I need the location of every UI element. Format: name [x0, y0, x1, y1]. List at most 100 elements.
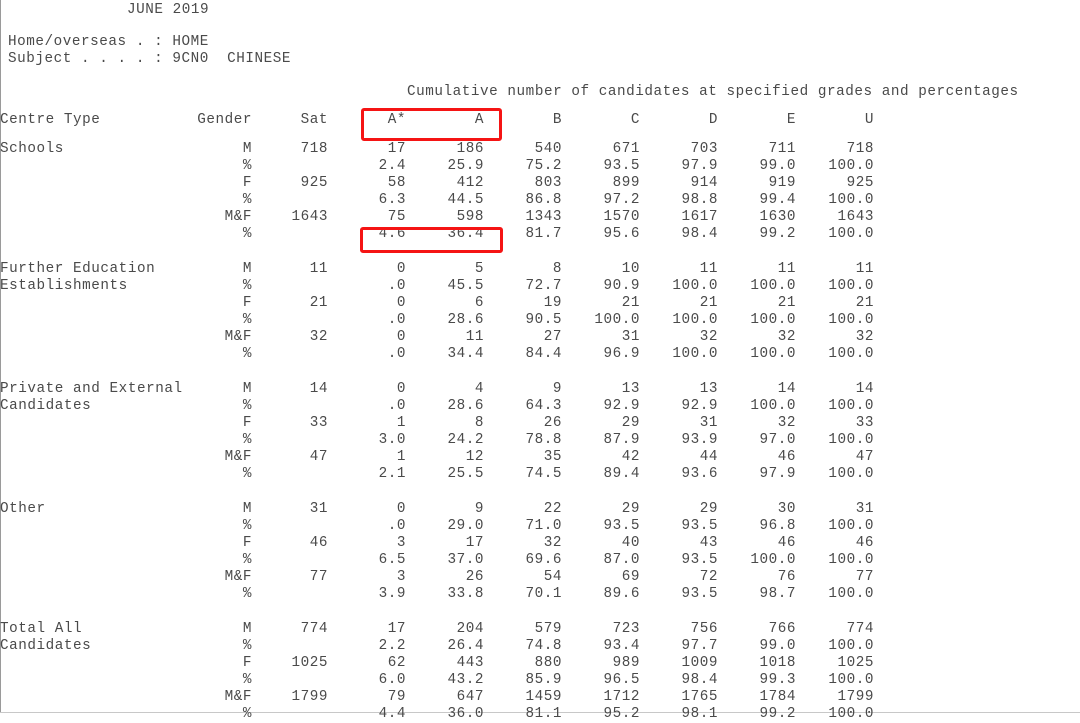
grade-cell-c: 29: [621, 501, 640, 517]
grade-cell-a: 5: [474, 261, 484, 277]
grade-cell-b: 84.4: [525, 346, 562, 362]
sat-cell: 774: [300, 621, 328, 637]
grade-cell-d: 97.9: [681, 158, 718, 174]
grade-cell-u: 100.0: [828, 518, 874, 534]
gender-cell: %: [242, 278, 252, 294]
centre-type-label: Establishments: [0, 278, 128, 294]
grade-cell-c: 87.0: [603, 552, 640, 568]
grade-cell-a: 17: [465, 535, 484, 551]
grade-cell-d: 72: [699, 569, 718, 585]
col-header-grade-a: A: [474, 112, 484, 128]
grade-cell-astar: 0: [396, 261, 406, 277]
grade-cell-a: 43.2: [447, 672, 484, 688]
sat-cell: 31: [309, 501, 328, 517]
grade-cell-u: 100.0: [828, 586, 874, 602]
grade-cell-d: 703: [690, 141, 718, 157]
table-row: % .0 28.6 90.5 100.0 100.0 100.0 100.0: [0, 312, 874, 329]
grade-cell-astar: .0: [387, 398, 406, 414]
grade-cell-e: 99.0: [759, 638, 796, 654]
gender-cell: %: [242, 312, 252, 328]
grade-cell-b: 32: [543, 535, 562, 551]
centre-type-blank: [0, 449, 196, 466]
grade-cell-b: 22: [543, 501, 562, 517]
grade-cell-d: 756: [690, 621, 718, 637]
grade-cell-astar: .0: [387, 312, 406, 328]
grade-cell-astar: 3: [396, 535, 406, 551]
group-spacer-cell: [0, 363, 874, 381]
centre-type-label: [0, 158, 196, 175]
grade-cell-u: 33: [855, 415, 874, 431]
grade-cell-astar: 1: [396, 449, 406, 465]
grade-cell-d: 44: [699, 449, 718, 465]
grade-cell-u: 100.0: [828, 466, 874, 482]
centre-type-label: Further Education: [0, 261, 156, 277]
table-row: Candidates% .0 28.6 64.3 92.9 92.9 100.0 100.0: [0, 398, 874, 415]
grade-cell-b: 8: [552, 261, 562, 277]
grade-cell-b: 71.0: [525, 518, 562, 534]
centre-type-blank: [0, 655, 196, 672]
grade-cell-c: 989: [612, 655, 640, 671]
grade-cell-b: 74.8: [525, 638, 562, 654]
grade-cell-a: 186: [456, 141, 484, 157]
gender-cell: %: [242, 466, 252, 482]
centre-type-label: [0, 518, 196, 535]
table-row: % 6.3 44.5 86.8 97.2 98.8 99.4 100.0: [0, 192, 874, 209]
grade-cell-a: 28.6: [447, 398, 484, 414]
grade-cell-astar: 79: [387, 689, 406, 705]
table-row: Establishments% .0 45.5 72.7 90.9 100.0 100.0 1…: [0, 278, 874, 295]
grade-cell-u: 100.0: [828, 312, 874, 328]
gender-cell: %: [242, 226, 252, 242]
grade-cell-a: 29.0: [447, 518, 484, 534]
grade-cell-d: 1009: [681, 655, 718, 671]
grade-cell-b: 803: [534, 175, 562, 191]
sat-cell: [252, 518, 328, 535]
grade-cell-a: 33.8: [447, 586, 484, 602]
centre-type-label: Total All: [0, 621, 83, 637]
table-row: % 4.4 36.0 81.1 95.2 98.1 99.2 100.0: [0, 706, 874, 723]
table-row: % 3.0 24.2 78.8 87.9 93.9 97.0 100.0: [0, 432, 874, 449]
grade-cell-c: 100.0: [594, 312, 640, 328]
grade-cell-a: 26: [465, 569, 484, 585]
centre-type-blank: [0, 586, 196, 603]
centre-type-blank: [0, 432, 196, 449]
grade-cell-astar: 75: [387, 209, 406, 225]
grade-cell-astar: 0: [396, 295, 406, 311]
grade-cell-b: 69.6: [525, 552, 562, 568]
table-row: % .0 29.0 71.0 93.5 93.5 96.8 100.0: [0, 518, 874, 535]
table-row: % 6.5 37.0 69.6 87.0 93.5 100.0 100.0: [0, 552, 874, 569]
col-header-centre-type: Centre Type: [0, 112, 101, 128]
grade-cell-a: 11: [465, 329, 484, 345]
grade-cell-e: 99.2: [759, 226, 796, 242]
grade-cell-astar: 0: [396, 329, 406, 345]
grade-cell-c: 31: [621, 329, 640, 345]
table-row: Other M 31 0 9 22 29 29 30 31: [0, 501, 874, 518]
grade-cell-a: 28.6: [447, 312, 484, 328]
report-sheet: JUNE 2019 Home/overseas . : HOME Subject…: [0, 0, 1080, 722]
sat-cell: 14: [309, 381, 328, 397]
table-row: Candidates% 2.2 26.4 74.8 93.4 97.7 99.0 100.0: [0, 638, 874, 655]
grade-cell-c: 93.5: [603, 518, 640, 534]
sat-cell: [252, 638, 328, 655]
grade-cell-d: 1617: [681, 209, 718, 225]
grade-cell-u: 100.0: [828, 158, 874, 174]
grade-cell-e: 100.0: [750, 278, 796, 294]
grade-cell-e: 919: [768, 175, 796, 191]
grade-cell-c: 95.2: [603, 706, 640, 722]
grade-cell-a: 36.4: [447, 226, 484, 242]
gender-cell: M&F: [224, 329, 252, 345]
grade-cell-d: 93.5: [681, 586, 718, 602]
grade-cell-astar: 17: [387, 141, 406, 157]
sat-cell: [252, 706, 328, 723]
grade-cell-e: 98.7: [759, 586, 796, 602]
grade-cell-a: 25.9: [447, 158, 484, 174]
grade-cell-b: 78.8: [525, 432, 562, 448]
grade-cell-c: 723: [612, 621, 640, 637]
grade-cell-c: 1712: [603, 689, 640, 705]
grade-cell-a: 647: [456, 689, 484, 705]
grade-cell-d: 21: [699, 295, 718, 311]
gender-cell: %: [242, 518, 252, 534]
grade-cell-d: 98.4: [681, 672, 718, 688]
grade-cell-c: 899: [612, 175, 640, 191]
grade-cell-a: 204: [456, 621, 484, 637]
grade-cell-c: 93.4: [603, 638, 640, 654]
